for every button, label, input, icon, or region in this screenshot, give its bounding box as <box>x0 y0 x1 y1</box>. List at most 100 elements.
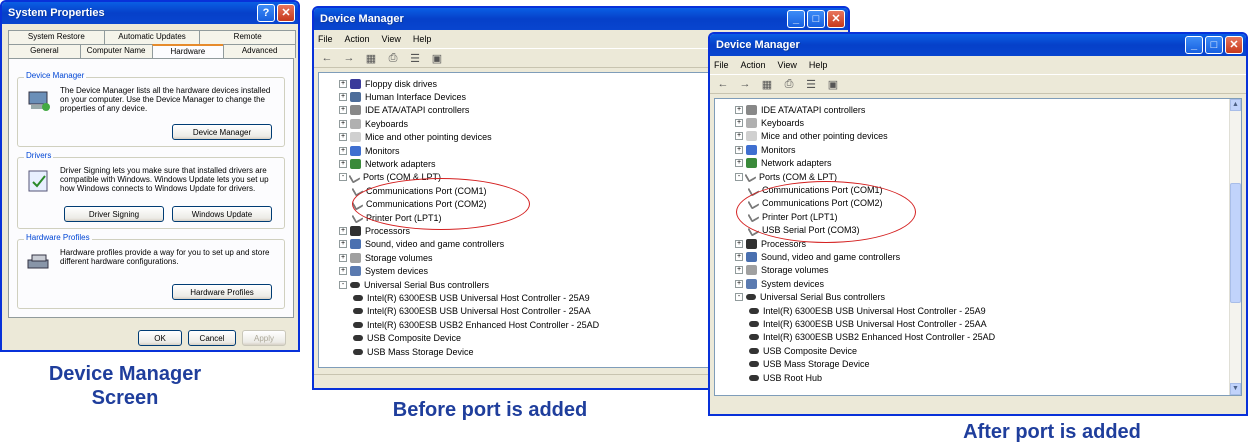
tree-category[interactable]: + Human Interface Devices <box>339 90 466 103</box>
expand-icon[interactable]: + <box>735 145 743 154</box>
tree-category[interactable]: + Network adapters <box>339 157 436 170</box>
tree-category[interactable]: + Storage volumes <box>735 264 829 277</box>
expand-icon[interactable]: + <box>339 160 347 169</box>
expand-icon[interactable]: + <box>735 132 743 141</box>
minimize-button[interactable]: _ <box>1185 36 1203 54</box>
expand-icon[interactable]: + <box>339 146 347 155</box>
expand-icon[interactable]: + <box>735 239 743 248</box>
menu-file[interactable]: File <box>318 34 333 44</box>
close-button[interactable]: ✕ <box>1225 36 1243 54</box>
tree-category[interactable]: + Floppy disk drives <box>339 77 437 90</box>
tree-device[interactable]: Intel(R) 6300ESB USB2 Enhanced Host Cont… <box>353 318 599 331</box>
tree-device[interactable]: USB Root Hub <box>749 371 822 384</box>
properties-icon[interactable]: ☰ <box>408 51 422 65</box>
collapse-icon[interactable]: - <box>339 173 347 182</box>
tree-category[interactable]: + IDE ATA/ATAPI controllers <box>735 103 865 116</box>
expand-icon[interactable]: + <box>735 279 743 288</box>
scroll-up-arrow[interactable]: ▲ <box>1230 99 1241 111</box>
tree-category[interactable]: + Sound, video and game controllers <box>735 250 900 263</box>
driver-signing-button[interactable]: Driver Signing <box>64 206 164 222</box>
tree-category[interactable]: + Sound, video and game controllers <box>339 238 504 251</box>
menu-action[interactable]: Action <box>741 60 766 70</box>
menu-view[interactable]: View <box>382 34 401 44</box>
tree-category[interactable]: + IDE ATA/ATAPI controllers <box>339 104 469 117</box>
tree-device[interactable]: USB Composite Device <box>749 344 857 357</box>
expand-icon[interactable]: + <box>339 267 347 276</box>
close-button[interactable]: ✕ <box>277 4 295 22</box>
menu-help[interactable]: Help <box>413 34 432 44</box>
maximize-button[interactable]: □ <box>807 10 825 28</box>
tree-category[interactable]: + Keyboards <box>339 117 408 130</box>
close-button[interactable]: ✕ <box>827 10 845 28</box>
tab-remote[interactable]: Remote <box>199 30 297 44</box>
tree-category[interactable]: + Monitors <box>735 143 796 156</box>
forward-icon[interactable]: → <box>738 77 752 91</box>
tree-device[interactable]: Intel(R) 6300ESB USB Universal Host Cont… <box>749 304 986 317</box>
collapse-icon[interactable]: - <box>735 293 743 302</box>
tree-category[interactable]: + Keyboards <box>735 116 804 129</box>
print-icon[interactable]: ⎙ <box>386 51 400 65</box>
menu-file[interactable]: File <box>714 60 729 70</box>
expand-icon[interactable]: + <box>735 119 743 128</box>
collapse-icon[interactable]: - <box>735 172 743 181</box>
tree-category[interactable]: - Universal Serial Bus controllers <box>735 291 885 304</box>
tree-device[interactable]: Intel(R) 6300ESB USB2 Enhanced Host Cont… <box>749 331 995 344</box>
scroll-thumb[interactable] <box>1230 183 1241 303</box>
expand-icon[interactable]: + <box>339 227 347 236</box>
cancel-button[interactable]: Cancel <box>188 330 236 346</box>
tab-automatic-updates[interactable]: Automatic Updates <box>103 30 201 44</box>
back-icon[interactable]: ← <box>716 77 730 91</box>
menu-help[interactable]: Help <box>809 60 828 70</box>
tree-device[interactable]: Intel(R) 6300ESB USB Universal Host Cont… <box>353 305 591 318</box>
tree-category[interactable]: + Network adapters <box>735 157 832 170</box>
tree-category[interactable]: - Universal Serial Bus controllers <box>339 278 489 291</box>
tab-general[interactable]: General <box>8 44 81 58</box>
tab-system-restore[interactable]: System Restore <box>8 30 105 44</box>
scan-icon[interactable]: ▣ <box>430 51 444 65</box>
minimize-button[interactable]: _ <box>787 10 805 28</box>
hardware-profiles-button[interactable]: Hardware Profiles <box>172 284 272 300</box>
expand-icon[interactable]: + <box>339 253 347 262</box>
tree-category[interactable]: + Monitors <box>339 144 400 157</box>
tree-device[interactable]: Intel(R) 6300ESB USB Universal Host Cont… <box>749 317 987 330</box>
maximize-button[interactable]: □ <box>1205 36 1223 54</box>
view-icon[interactable]: ▦ <box>364 51 378 65</box>
expand-icon[interactable]: + <box>735 266 743 275</box>
tree-device[interactable]: USB Mass Storage Device <box>353 345 474 358</box>
tree-category[interactable]: + Storage volumes <box>339 251 433 264</box>
tree-device[interactable]: Intel(R) 6300ESB USB Universal Host Cont… <box>353 291 590 304</box>
menu-action[interactable]: Action <box>345 34 370 44</box>
expand-icon[interactable]: + <box>339 133 347 142</box>
title-bar[interactable]: Device Manager _ □ ✕ <box>314 8 848 30</box>
menu-view[interactable]: View <box>778 60 797 70</box>
forward-icon[interactable]: → <box>342 51 356 65</box>
vertical-scrollbar[interactable]: ▲ ▼ <box>1229 99 1241 395</box>
expand-icon[interactable]: + <box>735 105 743 114</box>
title-bar[interactable]: System Properties ? ✕ <box>2 2 298 24</box>
apply-button[interactable]: Apply <box>242 330 286 346</box>
expand-icon[interactable]: + <box>735 253 743 262</box>
properties-icon[interactable]: ☰ <box>804 77 818 91</box>
expand-icon[interactable]: + <box>339 240 347 249</box>
view-icon[interactable]: ▦ <box>760 77 774 91</box>
tree-category[interactable]: + System devices <box>735 277 824 290</box>
collapse-icon[interactable]: - <box>339 280 347 289</box>
expand-icon[interactable]: + <box>339 79 347 88</box>
tree-device[interactable]: USB Composite Device <box>353 332 461 345</box>
tree-category[interactable]: + Mice and other pointing devices <box>735 130 888 143</box>
ok-button[interactable]: OK <box>138 330 182 346</box>
tab-hardware[interactable]: Hardware <box>151 44 225 58</box>
tree-category[interactable]: + Mice and other pointing devices <box>339 131 492 144</box>
title-bar[interactable]: Device Manager _ □ ✕ <box>710 34 1246 56</box>
scan-icon[interactable]: ▣ <box>826 77 840 91</box>
print-icon[interactable]: ⎙ <box>782 77 796 91</box>
tab-computer-name[interactable]: Computer Name <box>79 44 153 58</box>
scroll-down-arrow[interactable]: ▼ <box>1230 383 1241 395</box>
expand-icon[interactable]: + <box>339 93 347 102</box>
back-icon[interactable]: ← <box>320 51 334 65</box>
device-manager-button[interactable]: Device Manager <box>172 124 272 140</box>
expand-icon[interactable]: + <box>735 159 743 168</box>
help-button[interactable]: ? <box>257 4 275 22</box>
windows-update-button[interactable]: Windows Update <box>172 206 272 222</box>
expand-icon[interactable]: + <box>339 106 347 115</box>
